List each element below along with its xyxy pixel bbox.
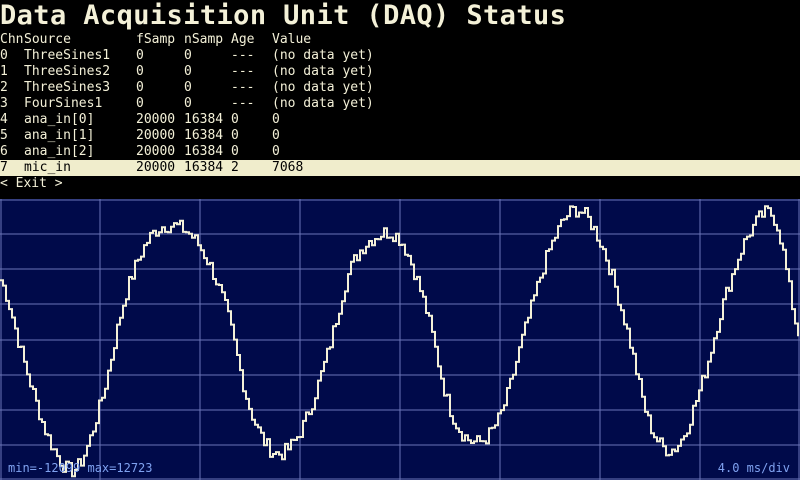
cell-source: ThreeSines2 [24,64,111,79]
cell-source: mic_in [24,160,71,175]
cell-age: --- [231,96,255,111]
cell-fsamp: 0 [136,64,144,79]
header-fsamp: fSamp [136,32,176,47]
cell-value: (no data yet) [272,80,374,95]
cell-source: ana_in[1] [24,128,95,143]
cell-fsamp: 0 [136,48,144,63]
min-max-readout: min=-12099 max=12723 [8,461,153,475]
header-source: Source [24,32,71,47]
timebase-readout: 4.0 ms/div [717,461,790,475]
cell-fsamp: 20000 [136,128,176,143]
cell-value: (no data yet) [272,64,374,79]
cell-source: ana_in[2] [24,144,95,159]
cell-age: --- [231,80,255,95]
table-header: Chn Source fSamp nSamp Age Value [0,32,800,48]
cell-chn: 2 [0,80,8,95]
cell-value: 0 [272,112,280,127]
cell-fsamp: 20000 [136,160,176,175]
table-row-selected[interactable]: 7 mic_in 20000 16384 2 7068 [0,160,800,176]
cell-value: (no data yet) [272,48,374,63]
cell-age: --- [231,64,255,79]
cell-value: 0 [272,128,280,143]
header-chn: Chn [0,32,24,47]
cell-nsamp: 0 [184,96,192,111]
cell-age: 0 [231,112,239,127]
cell-source: ana_in[0] [24,112,95,127]
header-value: Value [272,32,312,47]
cell-age: --- [231,48,255,63]
cell-nsamp: 16384 [184,112,224,127]
exit-button[interactable]: < Exit > [0,176,63,192]
cell-nsamp: 16384 [184,144,224,159]
cell-fsamp: 20000 [136,144,176,159]
header-age: Age [231,32,255,47]
cell-chn: 5 [0,128,8,143]
cell-nsamp: 0 [184,80,192,95]
cell-source: ThreeSines1 [24,48,111,63]
oscilloscope-display [0,199,800,480]
cell-chn: 0 [0,48,8,63]
cell-fsamp: 0 [136,96,144,111]
cell-nsamp: 0 [184,48,192,63]
cell-chn: 7 [0,160,8,175]
cell-chn: 6 [0,144,8,159]
table-row[interactable]: 2 ThreeSines3 0 0 --- (no data yet) [0,80,800,96]
table-row[interactable]: 0 ThreeSines1 0 0 --- (no data yet) [0,48,800,64]
cell-nsamp: 0 [184,64,192,79]
page-title: Data Acquisition Unit (DAQ) Status [0,0,567,31]
cell-age: 2 [231,160,239,175]
cell-nsamp: 16384 [184,160,224,175]
table-row[interactable]: 3 FourSines1 0 0 --- (no data yet) [0,96,800,112]
table-row[interactable]: 4 ana_in[0] 20000 16384 0 0 [0,112,800,128]
header-nsamp: nSamp [184,32,224,47]
cell-chn: 3 [0,96,8,111]
cell-nsamp: 16384 [184,128,224,143]
cell-value: (no data yet) [272,96,374,111]
cell-age: 0 [231,128,239,143]
cell-chn: 1 [0,64,8,79]
cell-source: ThreeSines3 [24,80,111,95]
cell-source: FourSines1 [24,96,103,111]
table-row[interactable]: 1 ThreeSines2 0 0 --- (no data yet) [0,64,800,80]
cell-chn: 4 [0,112,8,127]
cell-fsamp: 0 [136,80,144,95]
cell-age: 0 [231,144,239,159]
table-row[interactable]: 6 ana_in[2] 20000 16384 0 0 [0,144,800,160]
table-row[interactable]: 5 ana_in[1] 20000 16384 0 0 [0,128,800,144]
cell-value: 7068 [272,160,304,175]
cell-fsamp: 20000 [136,112,176,127]
cell-value: 0 [272,144,280,159]
